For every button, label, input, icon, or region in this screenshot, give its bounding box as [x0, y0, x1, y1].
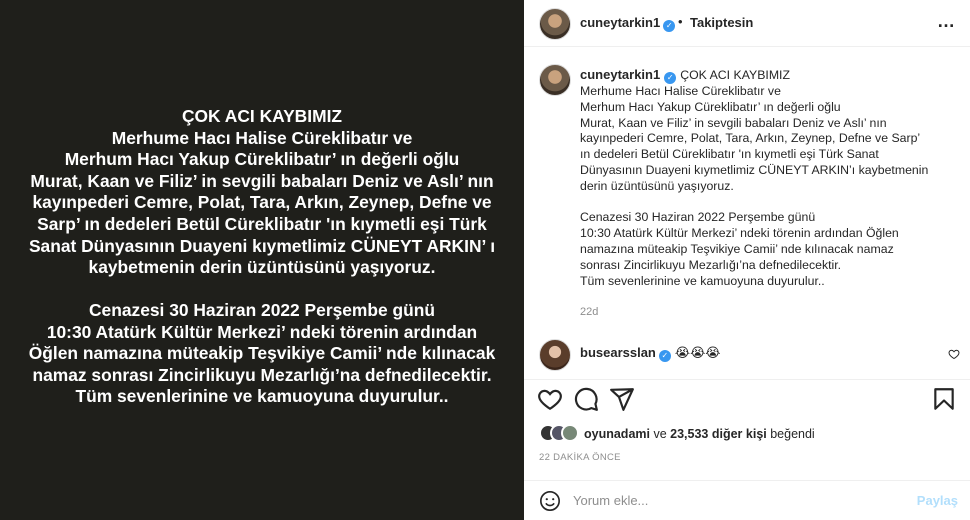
- image-text-line: Murat, Kaan ve Filiz’ in sevgili babalar…: [30, 170, 494, 191]
- caption-line: kayınpederi Cemre, Polat, Tara, Arkın, Z…: [580, 131, 921, 146]
- following-button[interactable]: Takiptesin: [690, 15, 753, 30]
- post-comment-button[interactable]: Paylaş: [917, 493, 958, 508]
- image-text-line: Tüm sevenlerinine ve kamuoyuna duyurulur…: [75, 386, 449, 407]
- likes-suffix: beğendi: [766, 427, 815, 441]
- separator-dot: •: [678, 14, 683, 29]
- caption-title: ÇOK ACI KAYBIMIZ: [680, 68, 790, 82]
- image-text-block-2: Cenazesi 30 Haziran 2022 Perşembe günü 1…: [0, 300, 524, 408]
- likes-text: oyunadami ve 23,533 diğer kişi beğendi: [584, 427, 815, 441]
- image-text-line: Sanat Dünyasının Duayeni kıymetlimiz CÜN…: [28, 235, 496, 256]
- comment-icon[interactable]: [573, 386, 599, 412]
- image-text-line: Merhum Hacı Yakup Cüreklibatır’ ın değer…: [64, 149, 460, 170]
- image-text-line: namaz sonrası Zincirlikuyu Mezarlığı’na …: [32, 364, 492, 385]
- post-side-panel: cuneytarkin1 ✓ • Takiptesin … cuneytarkin…: [524, 0, 970, 520]
- caption-line: Tüm sevenlerinine ve kamuoyuna duyurulur…: [580, 273, 825, 288]
- post-image[interactable]: ÇOK ACI KAYBIMIZ Merhume Hacı Halise Cür…: [0, 0, 524, 520]
- avatar[interactable]: [539, 8, 571, 40]
- comment-username[interactable]: busearsslan: [580, 345, 656, 360]
- caption-time[interactable]: 22d: [580, 306, 598, 318]
- comment-like-icon[interactable]: [948, 348, 960, 360]
- add-comment-bar: Paylaş: [524, 480, 970, 520]
- header-username[interactable]: cuneytarkin1: [580, 15, 660, 30]
- image-text-line: ÇOK ACI KAYBIMIZ: [181, 106, 343, 126]
- liker-avatar: [561, 424, 579, 442]
- more-icon[interactable]: …: [937, 12, 956, 30]
- comment-item: busearsslan ✓ 😭😭😭: [580, 345, 720, 362]
- likes-summary: oyunadami ve 23,533 diğer kişi beğendi: [539, 424, 959, 444]
- caption-line: ın dedeleri Betül Cüreklibatır 'ın kıyme…: [580, 147, 879, 162]
- caption-username[interactable]: cuneytarkin1: [580, 67, 660, 82]
- post-timestamp[interactable]: 22 DAKİKA ÖNCE: [539, 452, 621, 463]
- caption-line: sonrası Zincirlikuyu Mezarlığı’na defned…: [580, 257, 842, 272]
- caption-line: Murat, Kaan ve Filiz’ in sevgili babalar…: [580, 115, 887, 130]
- image-text-line: Sarp’ ın dedeleri Betül Cüreklibatır 'ın…: [37, 213, 487, 234]
- action-bar: [524, 380, 970, 420]
- bookmark-icon[interactable]: [931, 386, 957, 412]
- caption-first-line: cuneytarkin1 ✓ ÇOK ACI KAYBIMIZ: [580, 67, 950, 84]
- image-text-line: kayınpederi Cemre, Polat, Tara, Arkın, Z…: [32, 192, 492, 213]
- caption-line: Cenazesi 30 Haziran 2022 Perşembe günü: [580, 210, 816, 225]
- image-text-line: kaybetmenin derin üzüntüsünü yaşıyoruz.: [88, 257, 436, 278]
- caption-gap: [580, 195, 950, 211]
- image-text-line: Cenazesi 30 Haziran 2022 Perşembe günü: [88, 300, 436, 320]
- comment-input[interactable]: [573, 493, 893, 508]
- caption-line: namazına müteakip Teşvikiye Camii’ nde k…: [580, 241, 894, 256]
- liker-username[interactable]: oyunadami: [584, 427, 650, 441]
- comments-area: cuneytarkin1 ✓ ÇOK ACI KAYBIMIZ Merhume Ha…: [524, 47, 970, 380]
- likes-connector: ve: [650, 427, 671, 441]
- image-text-line: Öğlen namazına müteakip Teşvikiye Camii’…: [28, 343, 496, 364]
- emoji-icon[interactable]: [539, 490, 561, 512]
- likes-count[interactable]: 23,533 diğer kişi: [670, 427, 767, 441]
- caption-line: Dünyasının Duayeni kıymetlimiz CÜNEYT AR…: [580, 162, 929, 177]
- image-text-line: 10:30 Atatürk Kültür Merkezi’ ndeki töre…: [46, 321, 478, 342]
- image-text-line: Merhume Hacı Halise Cüreklibatır ve: [111, 127, 413, 148]
- caption-line: 10:30 Atatürk Kültür Merkezi’ ndeki töre…: [580, 226, 899, 241]
- image-text-block-1: ÇOK ACI KAYBIMIZ Merhume Hacı Halise Cür…: [0, 106, 524, 279]
- caption: cuneytarkin1 ✓ ÇOK ACI KAYBIMIZ Merhume Ha…: [580, 67, 950, 289]
- caption-line: derin üzüntüsünü yaşıyoruz.: [580, 178, 734, 193]
- verified-icon: ✓: [663, 20, 676, 32]
- verified-icon: ✓: [658, 350, 671, 362]
- verified-icon: ✓: [664, 72, 677, 84]
- caption-line: Merhum Hacı Yakup Cüreklibatır’ ın değer…: [580, 99, 841, 114]
- share-icon[interactable]: [609, 386, 635, 412]
- header-username-wrap: cuneytarkin1 ✓: [580, 15, 676, 32]
- post-header: cuneytarkin1 ✓ • Takiptesin …: [524, 0, 970, 47]
- heart-icon[interactable]: [537, 386, 563, 412]
- comment-avatar[interactable]: [539, 339, 571, 371]
- comment-text: 😭😭😭: [674, 345, 721, 360]
- caption-avatar[interactable]: [539, 64, 571, 96]
- caption-line: Merhume Hacı Halise Cüreklibatır ve: [580, 84, 781, 98]
